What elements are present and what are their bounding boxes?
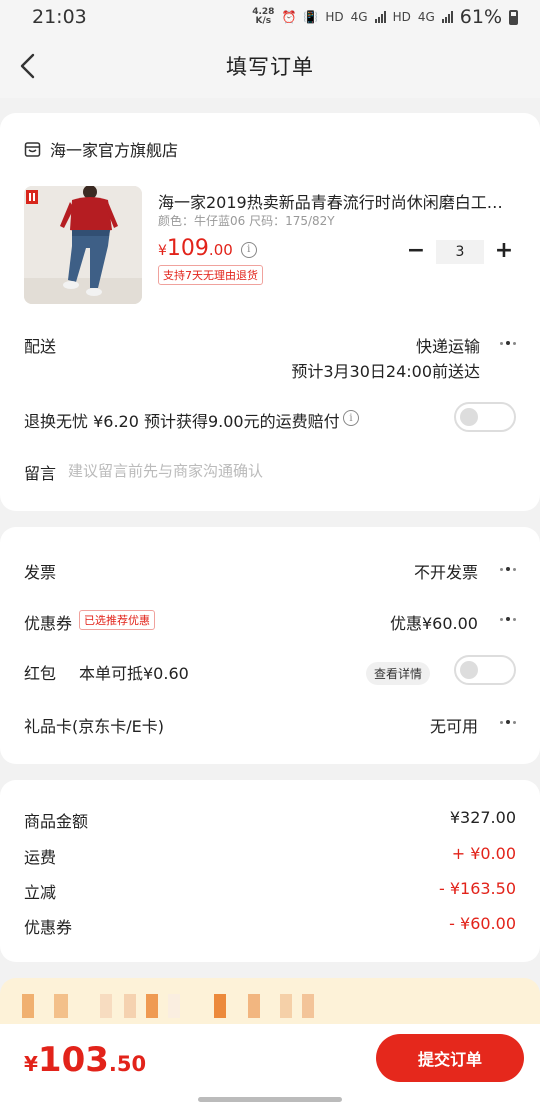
gift-card-more-icon[interactable] [500, 720, 516, 724]
gift-card-value[interactable]: 无可用 [430, 713, 478, 737]
battery-percent: 61% [459, 6, 502, 28]
summary-value: ¥327.00 [449, 808, 516, 827]
insurance-info-icon[interactable]: i [343, 410, 359, 426]
summary-value: - ¥163.50 [438, 879, 516, 898]
coupon-value[interactable]: 优惠¥60.00 [390, 610, 478, 634]
product-image[interactable] [24, 186, 142, 304]
product-title[interactable]: 海一家2019热卖新品青春流行时尚休闲磨白工艺… [158, 189, 518, 213]
delivery-more-icon[interactable] [500, 341, 516, 345]
submit-order-button[interactable]: 提交订单 [376, 1034, 524, 1082]
invoice-more-icon[interactable] [500, 567, 516, 571]
delivery-eta: 预计3月30日24:00前送达 [291, 362, 480, 381]
invoice-label: 发票 [24, 563, 57, 582]
order-item-card: 海一家官方旗舰店 海一家2019热卖新品青春流行时尚休闲磨白工艺… 颜色：牛仔蓝… [0, 113, 540, 511]
price-info-icon[interactable]: i [240, 241, 257, 258]
payment-options-card: 发票 不开发票 优惠券 已选推荐优惠 优惠¥60.00 红包 本单可抵¥0.60… [0, 527, 540, 764]
back-arrow-icon[interactable] [18, 52, 40, 80]
hd-label-1: HD [325, 10, 344, 24]
battery-icon [509, 9, 518, 25]
vibrate-icon: 📳 [303, 10, 319, 24]
network-type-2: 4G [417, 10, 435, 24]
net-speed: 4.28 K/s [252, 7, 275, 26]
coupon-more-icon[interactable] [500, 617, 516, 621]
increase-quantity-button[interactable]: + [492, 240, 516, 264]
home-indicator[interactable] [198, 1097, 342, 1102]
red-packet-label: 红包 [24, 664, 57, 683]
red-packet-detail-button[interactable]: 查看详情 [366, 662, 431, 685]
shop-header[interactable]: 海一家官方旗舰店 [24, 137, 178, 161]
hd-label-2: HD [392, 10, 411, 24]
status-icons: 4.28 K/s ⏰ 📳 HD 4G HD 4G 61% [252, 6, 518, 28]
insurance-text: 退换无忧 ¥6.20 预计获得9.00元的运费赔付 [24, 412, 340, 431]
coupon-label: 优惠券 [24, 614, 73, 633]
invoice-value[interactable]: 不开发票 [414, 559, 478, 583]
clock: 21:03 [32, 6, 87, 28]
price-summary-card: 商品金额 ¥327.00 运费 + ¥0.00 立减 - ¥163.50 优惠券… [0, 780, 540, 962]
decrease-quantity-button[interactable]: − [404, 240, 428, 264]
quantity-stepper: − 3 + [404, 240, 516, 264]
signal-icon [374, 11, 386, 23]
nav-bar: 填写订单 [0, 34, 540, 98]
store-icon [24, 141, 41, 157]
signal-icon-2 [441, 11, 453, 23]
insurance-toggle[interactable] [454, 402, 516, 432]
red-packet-toggle[interactable] [454, 655, 516, 685]
message-input[interactable]: 建议留言前先与商家沟通确认 [68, 460, 263, 481]
red-packet-desc: 本单可抵¥0.60 [79, 664, 189, 683]
status-bar: 21:03 4.28 K/s ⏰ 📳 HD 4G HD 4G 61% [0, 0, 540, 34]
checkout-footer: ¥ 103 .50 提交订单 [0, 1024, 540, 1110]
delivery-method[interactable]: 快递运输 [416, 333, 480, 357]
summary-label: 优惠券 [24, 918, 73, 937]
delivery-label: 配送 [24, 337, 57, 356]
promo-banner[interactable] [0, 978, 540, 1026]
summary-label: 立减 [24, 883, 57, 902]
return-policy-badge: 支持7天无理由退货 [158, 265, 263, 285]
coupon-recommended-tag: 已选推荐优惠 [79, 610, 155, 630]
summary-label: 运费 [24, 848, 57, 867]
network-type-1: 4G [350, 10, 368, 24]
quantity-input[interactable]: 3 [436, 240, 484, 264]
summary-label: 商品金额 [24, 812, 89, 831]
page-title: 填写订单 [226, 55, 314, 79]
gift-card-label: 礼品卡(京东卡/E卡) [24, 717, 164, 736]
message-label: 留言 [24, 464, 57, 483]
alarm-icon: ⏰ [281, 10, 297, 24]
shop-name: 海一家官方旗舰店 [50, 141, 179, 160]
product-spec: 颜色：牛仔蓝06 尺码：175/82Y [158, 214, 335, 228]
jeans-model-image [24, 186, 142, 304]
summary-value: - ¥60.00 [449, 914, 516, 933]
summary-value: + ¥0.00 [451, 844, 516, 863]
product-price: ¥ 109 .00 i [158, 236, 257, 261]
total-price: ¥ 103 .50 [24, 1040, 147, 1080]
